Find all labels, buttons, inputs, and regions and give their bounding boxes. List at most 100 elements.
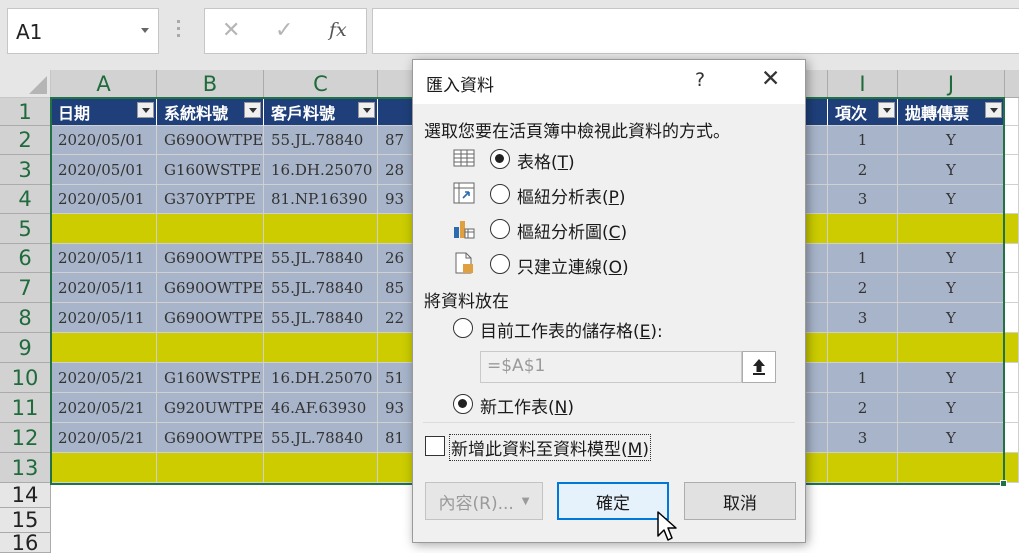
table-header-cell[interactable]: 項次 [828, 98, 898, 126]
table-cell[interactable] [806, 303, 828, 333]
table-cell[interactable]: 3 [828, 303, 898, 333]
cancel-formula-icon[interactable]: ✕ [222, 18, 240, 43]
table-cell[interactable]: 2 [828, 273, 898, 303]
table-cell[interactable] [806, 185, 828, 214]
table-cell[interactable]: 93 [378, 393, 414, 423]
table-cell[interactable]: Y [898, 423, 1005, 453]
table-cell[interactable]: 26 [378, 244, 414, 273]
table-cell[interactable] [828, 214, 898, 244]
table-header-cell[interactable] [378, 98, 414, 126]
filter-dropdown-icon[interactable] [878, 102, 895, 118]
table-cell[interactable] [1005, 363, 1019, 393]
table-cell[interactable] [51, 214, 157, 244]
table-cell[interactable]: 55.JL.78840 [264, 303, 378, 333]
name-box[interactable]: A1 [7, 8, 159, 54]
option-connection-only-label[interactable]: 只建立連線(O) [517, 253, 629, 278]
table-cell[interactable]: 81.NP.16390 [264, 185, 378, 214]
table-cell[interactable]: 46.AF.63930 [264, 393, 378, 423]
table-cell[interactable]: 2020/05/11 [51, 273, 157, 303]
table-cell[interactable] [806, 155, 828, 185]
table-cell[interactable]: G690OWTPE [157, 273, 264, 303]
filter-dropdown-icon[interactable] [358, 102, 375, 118]
table-cell[interactable]: G690OWTPE [157, 303, 264, 333]
table-cell[interactable] [806, 214, 828, 244]
option-table-label[interactable]: 表格(T) [517, 148, 575, 173]
table-cell[interactable] [806, 393, 828, 423]
table-cell[interactable]: 16.DH.25070 [264, 155, 378, 185]
column-header-k[interactable] [1005, 70, 1019, 98]
table-cell[interactable] [264, 453, 378, 483]
table-header-cell[interactable]: 客戶料號 [264, 98, 378, 126]
table-cell[interactable]: 87 [378, 126, 414, 155]
table-cell[interactable]: 1 [828, 363, 898, 393]
table-cell[interactable]: 2020/05/21 [51, 393, 157, 423]
table-cell[interactable] [1005, 393, 1019, 423]
row-header-13[interactable]: 13 [0, 453, 51, 483]
data-model-label[interactable]: 新增此資料至資料模型(M) [449, 434, 651, 461]
table-cell[interactable] [806, 363, 828, 393]
table-cell[interactable] [806, 423, 828, 453]
row-header-4[interactable]: 4 [0, 185, 51, 214]
option-pivot-chart-label[interactable]: 樞紐分析圖(C) [517, 218, 627, 243]
row-header-8[interactable]: 8 [0, 303, 51, 333]
table-cell[interactable] [806, 273, 828, 303]
table-cell[interactable] [378, 333, 414, 363]
select-all-corner[interactable] [0, 70, 51, 98]
table-cell[interactable] [264, 333, 378, 363]
column-header-b[interactable]: B [157, 70, 264, 98]
row-header-15[interactable]: 15 [0, 508, 51, 533]
enter-formula-icon[interactable]: ✓ [275, 18, 293, 43]
table-cell[interactable] [1005, 126, 1019, 155]
row-header-9[interactable]: 9 [0, 333, 51, 363]
table-cell[interactable] [806, 453, 828, 483]
row-header-10[interactable]: 10 [0, 363, 51, 393]
row-header-2[interactable]: 2 [0, 126, 51, 155]
radio-new-worksheet[interactable] [453, 394, 473, 414]
table-cell[interactable]: G160WSTPE [157, 155, 264, 185]
table-cell[interactable]: 2020/05/01 [51, 185, 157, 214]
data-model-checkbox[interactable] [425, 436, 445, 456]
filter-dropdown-icon[interactable] [244, 102, 261, 118]
table-cell[interactable]: 2020/05/01 [51, 155, 157, 185]
option-new-worksheet-label[interactable]: 新工作表(N) [480, 393, 574, 418]
table-cell[interactable] [828, 333, 898, 363]
table-cell[interactable] [157, 333, 264, 363]
column-header-i[interactable]: I [828, 70, 898, 98]
column-header-d[interactable] [378, 70, 414, 98]
column-header-a[interactable]: A [51, 70, 157, 98]
table-cell[interactable]: 3 [828, 423, 898, 453]
table-cell[interactable] [51, 333, 157, 363]
table-cell[interactable] [898, 214, 1005, 244]
close-icon[interactable]: ✕ [761, 66, 780, 92]
table-cell[interactable]: Y [898, 273, 1005, 303]
cancel-button[interactable]: 取消 [684, 482, 796, 520]
filter-dropdown-icon[interactable] [137, 102, 154, 118]
table-cell[interactable] [378, 453, 414, 483]
table-cell[interactable]: 16.DH.25070 [264, 363, 378, 393]
table-cell[interactable] [1005, 155, 1019, 185]
table-cell[interactable]: 28 [378, 155, 414, 185]
table-cell[interactable]: 2020/05/01 [51, 126, 157, 155]
table-cell[interactable] [898, 333, 1005, 363]
table-cell[interactable]: G690OWTPE [157, 423, 264, 453]
table-cell[interactable] [1005, 303, 1019, 333]
formula-input[interactable] [372, 8, 1019, 54]
table-cell[interactable] [51, 453, 157, 483]
table-header-cell[interactable]: 系統料號 [157, 98, 264, 126]
table-cell[interactable]: 22 [378, 303, 414, 333]
table-cell[interactable]: 1 [828, 244, 898, 273]
column-header-j[interactable]: J [898, 70, 1005, 98]
table-cell[interactable] [1005, 273, 1019, 303]
empty-cell[interactable] [1005, 98, 1019, 126]
table-cell[interactable] [264, 214, 378, 244]
table-cell[interactable]: 55.JL.78840 [264, 423, 378, 453]
table-cell[interactable]: Y [898, 363, 1005, 393]
option-pivot-table-label[interactable]: 樞紐分析表(P) [517, 183, 626, 208]
table-header-cell[interactable]: 拋轉傳票 [898, 98, 1005, 126]
table-header-cell[interactable] [806, 98, 828, 126]
table-cell[interactable]: Y [898, 155, 1005, 185]
row-header-6[interactable]: 6 [0, 244, 51, 273]
cell-reference-input[interactable]: =$A$1 [480, 351, 742, 383]
table-cell[interactable]: 2020/05/11 [51, 303, 157, 333]
table-cell[interactable] [898, 453, 1005, 483]
